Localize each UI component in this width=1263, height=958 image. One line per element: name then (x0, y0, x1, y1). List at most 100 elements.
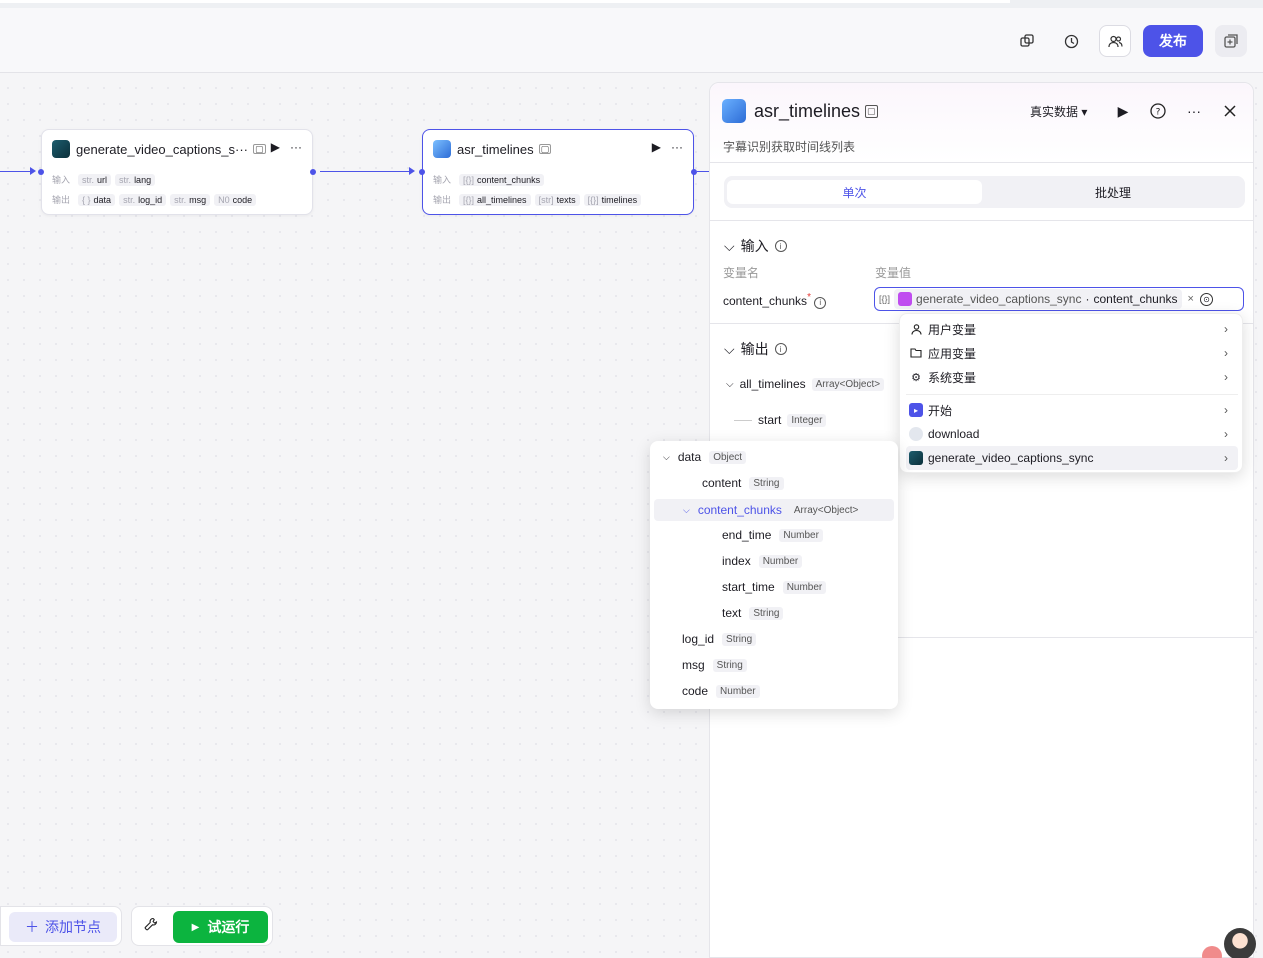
reference-icon[interactable]: ⊙ (1199, 292, 1213, 306)
more-icon[interactable]: ··· (290, 140, 302, 154)
plugin-icon (722, 99, 746, 123)
edge-out (697, 171, 709, 172)
plus-icon: ＋ (25, 919, 39, 935)
start-icon: ▸ (909, 403, 923, 417)
caret-down-icon: ▾ (1081, 105, 1088, 119)
input-chip: str. lang (115, 173, 156, 186)
test-run-button[interactable]: ▶ 试运行 (173, 911, 268, 943)
field-item[interactable]: content String (702, 476, 784, 490)
output-fields-submenu: ⌵ data Object content String ⌵ content_chu… (650, 441, 898, 709)
run-node-icon[interactable]: ▶ (652, 140, 661, 154)
array-type-icon: [{}] (879, 294, 891, 304)
wrench-icon[interactable] (144, 917, 158, 934)
copy-icon[interactable] (1011, 25, 1043, 57)
field-item[interactable]: log_id String (682, 632, 757, 646)
variable-reference-input[interactable]: [{}] generate_video_captions_sync · conten… (874, 287, 1244, 311)
menu-item-system-vars[interactable]: ⚙ 系统变量 › (906, 365, 1238, 389)
plugin-icon (52, 140, 70, 158)
bookmark-icon: ▢ (865, 105, 878, 118)
more-icon[interactable]: ··· (671, 140, 683, 154)
field-item-selected[interactable]: ⌵ content_chunks Array<Object> (654, 499, 894, 521)
edge-in (0, 171, 32, 172)
chevron-right-icon: › (1224, 403, 1228, 417)
avatar[interactable] (1224, 928, 1256, 958)
input-port[interactable] (38, 169, 44, 175)
close-icon[interactable] (1218, 99, 1242, 123)
field-item[interactable]: index Number (722, 554, 803, 568)
input-section-header[interactable]: ⌵ 输入 i (724, 236, 787, 256)
tab-batch[interactable]: 批处理 (984, 180, 1242, 204)
collaborators-icon[interactable] (1099, 25, 1131, 57)
output-section-header[interactable]: ⌵ 输出 i (724, 339, 787, 359)
output-port[interactable] (310, 169, 316, 175)
history-icon[interactable] (1055, 25, 1087, 57)
play-icon: ▶ (191, 921, 200, 933)
menu-item-start[interactable]: ▸ 开始 › (906, 398, 1238, 422)
chevron-right-icon: › (1224, 322, 1228, 336)
menu-item-generate-video-captions[interactable]: generate_video_captions_sync › (906, 446, 1238, 470)
panel-toggle-icon[interactable] (1215, 25, 1247, 57)
field-item[interactable]: msg String (682, 658, 747, 672)
edge-gen-asr (320, 171, 410, 172)
panel-title: asr_timelines (754, 101, 861, 121)
output-item[interactable]: ⌵ all_timelines Array<Object> (726, 377, 885, 391)
input-label: 输入 (52, 175, 71, 185)
tab-single[interactable]: 单次 (727, 180, 982, 204)
menu-item-user-vars[interactable]: 用户变量 › (906, 317, 1238, 341)
chevron-down-icon: ⌵ (683, 504, 690, 515)
chevron-right-icon: › (1224, 451, 1228, 465)
node-generate-video-captions[interactable]: generate_video_captions_s··· ▢ ▶ ··· 输入 … (38, 129, 316, 215)
output-chip: N0 code (214, 193, 257, 206)
node-asr-timelines[interactable]: asr_timelines ▢ ▶ ··· 输入 [{}] content_chu… (419, 129, 697, 215)
gear-icon: ⚙ (911, 371, 921, 384)
run-bar: ▶ 试运行 (131, 906, 273, 946)
edge-arrow (409, 167, 415, 175)
field-item[interactable]: end_time Number (722, 528, 823, 542)
menu-item-app-vars[interactable]: 应用变量 › (906, 341, 1238, 365)
menu-divider (906, 394, 1238, 395)
field-item[interactable]: code Number (682, 684, 760, 698)
input-port[interactable] (419, 169, 425, 175)
field-item[interactable]: ⌵ data Object (663, 450, 747, 464)
col-var-name: 变量名 (723, 266, 760, 280)
menu-item-download[interactable]: download › (906, 422, 1238, 446)
chevron-right-icon: › (1224, 346, 1228, 360)
variable-source-menu: 用户变量 › 应用变量 › ⚙ 系统变量 › ▸ 开始 › download › gene… (899, 313, 1243, 473)
input-chip: str. url (78, 173, 112, 186)
publish-button[interactable]: 发布 (1143, 25, 1203, 57)
chevron-down-icon: ⌵ (726, 378, 734, 390)
panel-description: 字幕识别获取时间线列表 (723, 140, 856, 154)
plugin-icon (909, 451, 923, 465)
plugin-icon (898, 292, 913, 306)
run-node-icon[interactable]: ▶ (271, 140, 280, 154)
run-mode-tabs: 单次 批处理 (724, 176, 1245, 208)
chevron-down-icon: ⌵ (724, 237, 735, 254)
input-label: 输入 (433, 175, 452, 185)
output-port[interactable] (691, 169, 697, 175)
add-node-button[interactable]: ＋添加节点 (9, 912, 117, 942)
output-item[interactable]: start Integer (734, 413, 827, 427)
top-strip (0, 0, 1263, 8)
chevron-right-icon: › (1224, 370, 1228, 384)
output-chip: [{}] timelines (583, 193, 642, 206)
output-chip: str. msg (170, 193, 211, 206)
bookmark-icon: ▢ (253, 144, 266, 154)
data-mode-select[interactable]: 真实数据 ▾ (1030, 103, 1087, 120)
node-title: generate_video_captions_s··· (76, 141, 248, 157)
info-icon: i (774, 343, 787, 355)
output-chip: { } data (78, 193, 116, 206)
clear-icon[interactable]: × (1188, 293, 1194, 305)
col-var-value: 变量值 (875, 266, 912, 280)
plugin-icon (433, 140, 451, 158)
divider (710, 220, 1253, 221)
info-icon: i (774, 240, 787, 252)
output-label: 输出 (52, 195, 71, 205)
more-icon[interactable]: ··· (1182, 99, 1206, 123)
run-icon[interactable]: ▶ (1111, 99, 1135, 123)
info-icon: i (814, 296, 827, 309)
field-item[interactable]: start_time Number (722, 580, 827, 594)
help-icon[interactable]: ? (1146, 99, 1170, 123)
output-label: 输出 (433, 195, 452, 205)
svg-text:?: ? (1156, 108, 1161, 118)
field-item[interactable]: text String (722, 606, 784, 620)
